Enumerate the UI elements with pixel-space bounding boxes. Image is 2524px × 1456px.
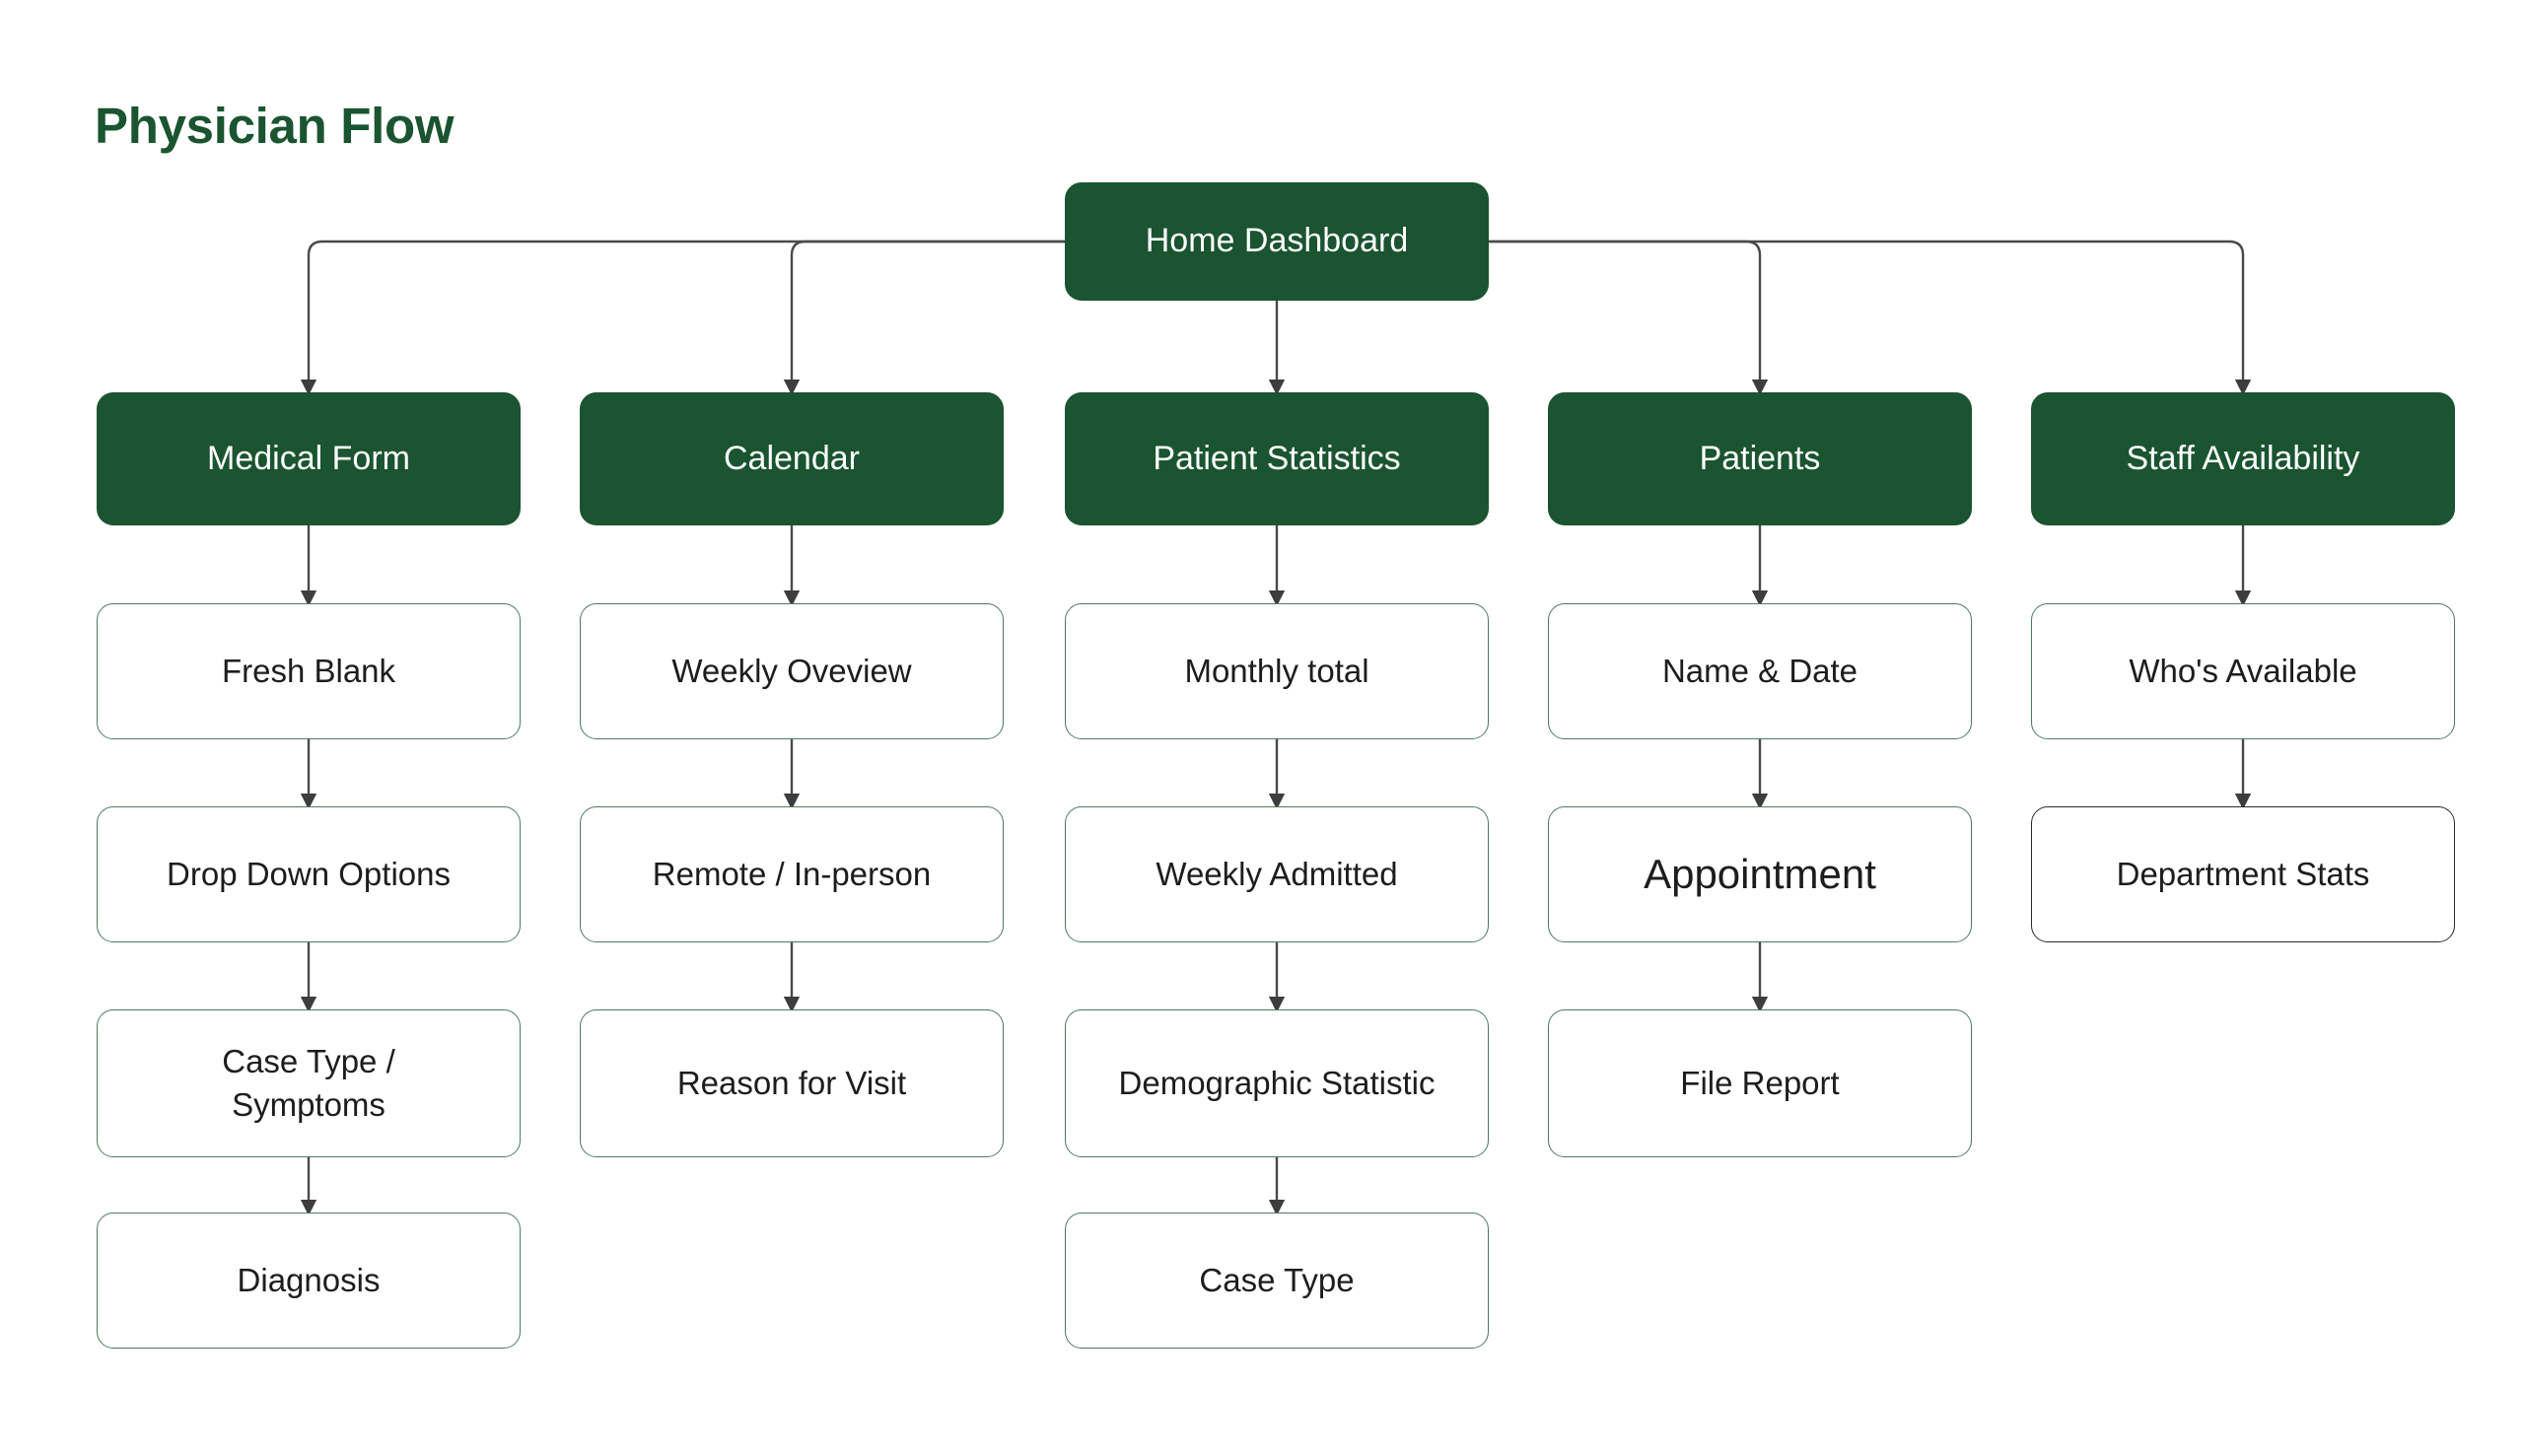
node-label: Patients [1699, 439, 1821, 477]
node-label: Reason for Visit [676, 1064, 907, 1101]
node-label: Home Dashboard [1145, 222, 1409, 260]
node-home-dashboard[interactable]: Home Dashboard [1065, 182, 1489, 301]
node-label: Patient Statistics [1153, 439, 1401, 477]
node-case-type-symptoms[interactable]: Case Type / Symptoms [97, 1009, 521, 1157]
connector-root-c0h [300, 240, 1065, 396]
node-staff-availability[interactable]: Staff Availability [2031, 392, 2455, 525]
connector-root-c3h [1489, 240, 1769, 396]
node-name-date[interactable]: Name & Date [1548, 603, 1972, 739]
node-label: Weekly Admitted [1156, 855, 1398, 892]
node-label: Demographic Statistic [1118, 1064, 1436, 1101]
node-label: Remote / In-person [652, 855, 932, 892]
node-label: Medical Form [207, 439, 410, 477]
node-drop-down-options[interactable]: Drop Down Options [97, 806, 521, 942]
node-label: Name & Date [1661, 652, 1858, 689]
node-label: Department Stats [2116, 855, 2370, 892]
node-label: Drop Down Options [167, 855, 451, 892]
node-label: Monthly total [1184, 652, 1369, 689]
node-remote-in-person[interactable]: Remote / In-person [580, 806, 1004, 942]
node-patients[interactable]: Patients [1548, 392, 1972, 525]
node-label: Calendar [724, 439, 860, 477]
node-diagnosis[interactable]: Diagnosis [97, 1213, 521, 1349]
connector-root-c1h [783, 240, 1065, 396]
node-label: Case Type / Symptoms [222, 1042, 395, 1123]
connector-root-c4h [1489, 240, 2252, 396]
node-department-stats[interactable]: Department Stats [2031, 806, 2455, 942]
node-monthly-total[interactable]: Monthly total [1065, 603, 1489, 739]
node-calendar[interactable]: Calendar [580, 392, 1004, 525]
node-label: Staff Availability [2126, 439, 2360, 477]
node-label: Diagnosis [237, 1261, 381, 1298]
node-appointment[interactable]: Appointment [1548, 806, 1972, 942]
node-file-report[interactable]: File Report [1548, 1009, 1972, 1157]
node-label: File Report [1680, 1064, 1840, 1101]
node-label: Appointment [1644, 851, 1876, 898]
node-weekly-oveview[interactable]: Weekly Oveview [580, 603, 1004, 739]
node-medical-form[interactable]: Medical Form [97, 392, 521, 525]
flowchart-canvas: Physician Flow Home Dashboard Medical For… [0, 0, 2524, 1456]
node-patient-statistics[interactable]: Patient Statistics [1065, 392, 1489, 525]
page-title: Physician Flow [95, 98, 455, 154]
node-demographic-statistic[interactable]: Demographic Statistic [1065, 1009, 1489, 1157]
node-label: Fresh Blank [221, 652, 396, 689]
node-fresh-blank[interactable]: Fresh Blank [97, 603, 521, 739]
node-label: Weekly Oveview [671, 652, 912, 689]
node-who-s-available[interactable]: Who's Available [2031, 603, 2455, 739]
node-label: Who's Available [2129, 652, 2357, 689]
node-reason-for-visit[interactable]: Reason for Visit [580, 1009, 1004, 1157]
node-case-type[interactable]: Case Type [1065, 1213, 1489, 1349]
node-weekly-admitted[interactable]: Weekly Admitted [1065, 806, 1489, 942]
node-label: Case Type [1199, 1261, 1355, 1298]
